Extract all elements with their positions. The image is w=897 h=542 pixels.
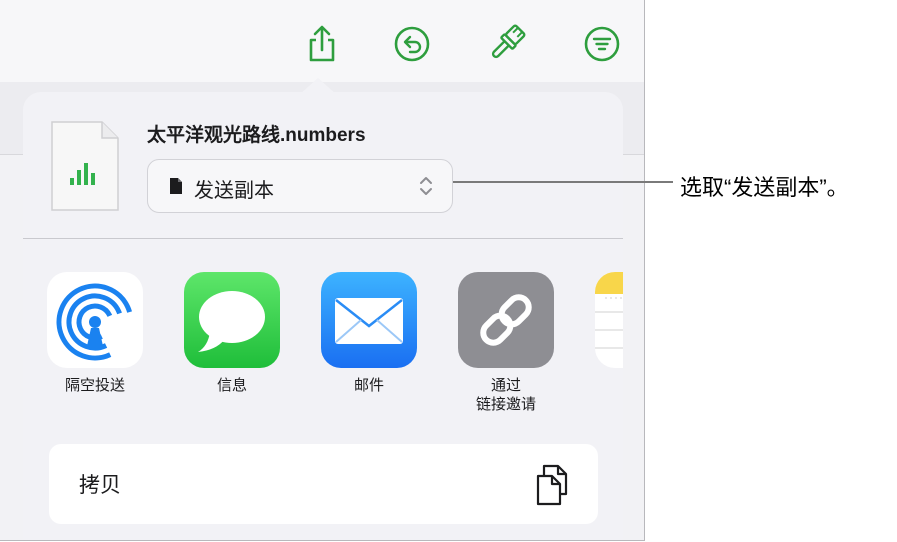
share-icon[interactable] bbox=[300, 22, 344, 66]
send-mode-label: 发送副本 bbox=[194, 180, 274, 202]
app-airdrop[interactable]: 隔空投送 bbox=[40, 272, 150, 395]
callout-line bbox=[453, 181, 673, 183]
app-label: 信息 bbox=[216, 377, 247, 394]
share-sheet-header: 太平洋观光路线.numbers 发送副本 bbox=[23, 92, 623, 239]
toolbar bbox=[0, 0, 644, 83]
app-label: 邮件 bbox=[353, 377, 384, 394]
mail-icon bbox=[321, 272, 417, 368]
app-notes[interactable]: 备 bbox=[588, 272, 623, 395]
airdrop-icon bbox=[47, 272, 143, 368]
copy-label: 拷贝 bbox=[79, 474, 121, 497]
callout-text: 选取“发送副本”。 bbox=[680, 175, 849, 200]
numbers-document-icon bbox=[50, 120, 120, 212]
copy-button[interactable]: 拷贝 bbox=[49, 444, 598, 524]
organize-icon[interactable] bbox=[580, 22, 624, 66]
app-frame: 太平洋观光路线.numbers 发送副本 隔空投送 信息 邮件 通过 链接邀请 … bbox=[0, 0, 645, 541]
app-label: 备 bbox=[588, 376, 623, 395]
undo-icon[interactable] bbox=[390, 22, 434, 66]
app-mail[interactable]: 邮件 bbox=[314, 272, 424, 395]
app-invite-link[interactable]: 通过 链接邀请 bbox=[451, 272, 561, 414]
document-icon bbox=[169, 177, 183, 199]
link-icon bbox=[458, 272, 554, 368]
share-apps-row: 隔空投送 信息 邮件 通过 链接邀请 bbox=[23, 272, 623, 422]
send-mode-selector[interactable]: 发送副本 bbox=[147, 159, 453, 213]
app-messages[interactable]: 信息 bbox=[177, 272, 287, 395]
chevron-updown-icon bbox=[418, 174, 434, 202]
file-name: 太平洋观光路线.numbers bbox=[147, 125, 366, 146]
format-brush-icon[interactable] bbox=[484, 22, 528, 66]
share-sheet: 太平洋观光路线.numbers 发送副本 隔空投送 信息 邮件 通过 链接邀请 … bbox=[23, 92, 623, 540]
app-label: 通过 链接邀请 bbox=[475, 377, 536, 413]
copy-icon bbox=[534, 462, 574, 512]
app-label: 隔空投送 bbox=[64, 377, 125, 394]
messages-icon bbox=[184, 272, 280, 368]
notes-icon bbox=[595, 272, 623, 368]
